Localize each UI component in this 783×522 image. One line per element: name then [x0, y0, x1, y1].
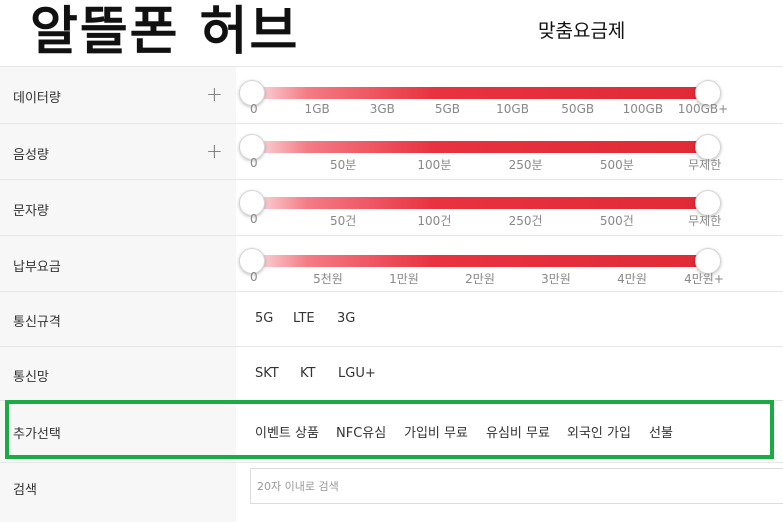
carrier-option-skt[interactable]: SKT — [255, 366, 279, 381]
sms-slider-track[interactable] — [252, 197, 708, 209]
data-filter-label-cell: 데이터량 + — [0, 67, 236, 123]
data-tick-label: 0 — [250, 102, 258, 116]
fee-slider-track[interactable] — [252, 255, 708, 267]
sms-slider-ticks: 0 50건 100건 250건 500건 무제한 — [250, 212, 721, 228]
voice-expand-plus-icon[interactable]: + — [206, 141, 223, 161]
data-expand-plus-icon[interactable]: + — [206, 84, 223, 104]
search-label-cell: 검색 — [0, 463, 236, 522]
sms-filter-label-cell: 문자량 — [0, 180, 236, 235]
fee-tick-label: 0 — [250, 270, 258, 284]
carrier-label-cell: 통신망 — [0, 347, 236, 400]
carrier-option-kt[interactable]: KT — [300, 366, 315, 381]
extras-highlight-box — [5, 400, 774, 459]
data-tick-label: 100GB — [622, 102, 664, 116]
data-slider-ticks: 0 1GB 3GB 5GB 10GB 50GB 100GB 100GB+ — [250, 102, 728, 118]
voice-filter-row: 음성량 + 0 50분 100분 250분 500분 무제한 — [0, 123, 783, 179]
voice-tick-label: 무제한 — [688, 158, 722, 172]
data-tick-label: 5GB — [434, 102, 461, 116]
carrier-row: 통신망 SKT KT LGU+ — [0, 346, 783, 400]
data-slider-track[interactable] — [252, 87, 708, 99]
fee-tick-label: 1만원 — [389, 272, 419, 286]
data-filter-label: 데이터량 — [13, 91, 61, 106]
data-filter-row: 데이터량 + 0 1GB 3GB 5GB 10GB 50GB 100GB 100GB+ — [0, 66, 783, 123]
fee-tick-label: 4만원+ — [684, 272, 724, 286]
network-option-lte[interactable]: LTE — [293, 311, 315, 326]
data-tick-label: 50GB — [561, 102, 595, 116]
sms-filter-row: 문자량 0 50건 100건 250건 500건 무제한 — [0, 179, 783, 235]
network-type-label: 통신규격 — [13, 315, 61, 330]
fee-filter-label: 납부요금 — [13, 260, 61, 275]
fee-filter-label-cell: 납부요금 — [0, 236, 236, 291]
data-tick-label: 3GB — [369, 102, 395, 116]
sms-tick-label: 100건 — [417, 214, 452, 228]
network-type-label-cell: 통신규격 — [0, 292, 236, 346]
network-option-5g[interactable]: 5G — [255, 311, 273, 326]
fee-tick-label: 4만원 — [617, 272, 647, 286]
voice-filter-label: 음성량 — [13, 148, 49, 163]
network-option-3g[interactable]: 3G — [337, 311, 355, 326]
sms-tick-label: 무제한 — [688, 214, 722, 228]
voice-slider-track[interactable] — [252, 141, 708, 153]
sms-tick-label: 0 — [250, 212, 258, 226]
data-tick-label: 100GB+ — [677, 102, 729, 116]
search-input[interactable] — [251, 469, 783, 503]
sms-tick-label: 500건 — [599, 214, 634, 228]
voice-filter-label-cell: 음성량 + — [0, 124, 236, 179]
search-field — [250, 468, 783, 504]
network-type-row: 통신규격 5G LTE 3G — [0, 291, 783, 346]
header: 알뜰폰 허브 맞춤요금제 — [0, 0, 783, 66]
voice-slider-ticks: 0 50분 100분 250분 500분 무제한 — [250, 156, 721, 172]
data-tick-label: 10GB — [496, 102, 529, 116]
fee-tick-label: 3만원 — [541, 272, 571, 286]
sms-tick-label: 50건 — [330, 214, 357, 228]
carrier-option-lgu[interactable]: LGU+ — [338, 366, 376, 381]
page-title: 맞춤요금제 — [538, 20, 626, 42]
voice-tick-label: 250분 — [508, 158, 543, 172]
site-logo[interactable]: 알뜰폰 허브 — [30, 2, 299, 62]
fee-tick-label: 5천원 — [313, 272, 343, 286]
voice-tick-label: 0 — [250, 156, 258, 170]
voice-tick-label: 100분 — [417, 158, 452, 172]
sms-tick-label: 250건 — [508, 214, 543, 228]
carrier-label: 통신망 — [13, 370, 49, 385]
fee-slider-ticks: 0 5천원 1만원 2만원 3만원 4만원 4만원+ — [250, 270, 724, 286]
voice-tick-label: 500분 — [599, 158, 634, 172]
data-tick-label: 1GB — [304, 102, 330, 116]
fee-tick-label: 2만원 — [465, 272, 495, 286]
sms-filter-label: 문자량 — [13, 204, 49, 219]
voice-tick-label: 50분 — [330, 158, 357, 172]
fee-filter-row: 납부요금 0 5천원 1만원 2만원 3만원 4만원 4만원+ — [0, 235, 783, 291]
search-label: 검색 — [13, 483, 37, 498]
